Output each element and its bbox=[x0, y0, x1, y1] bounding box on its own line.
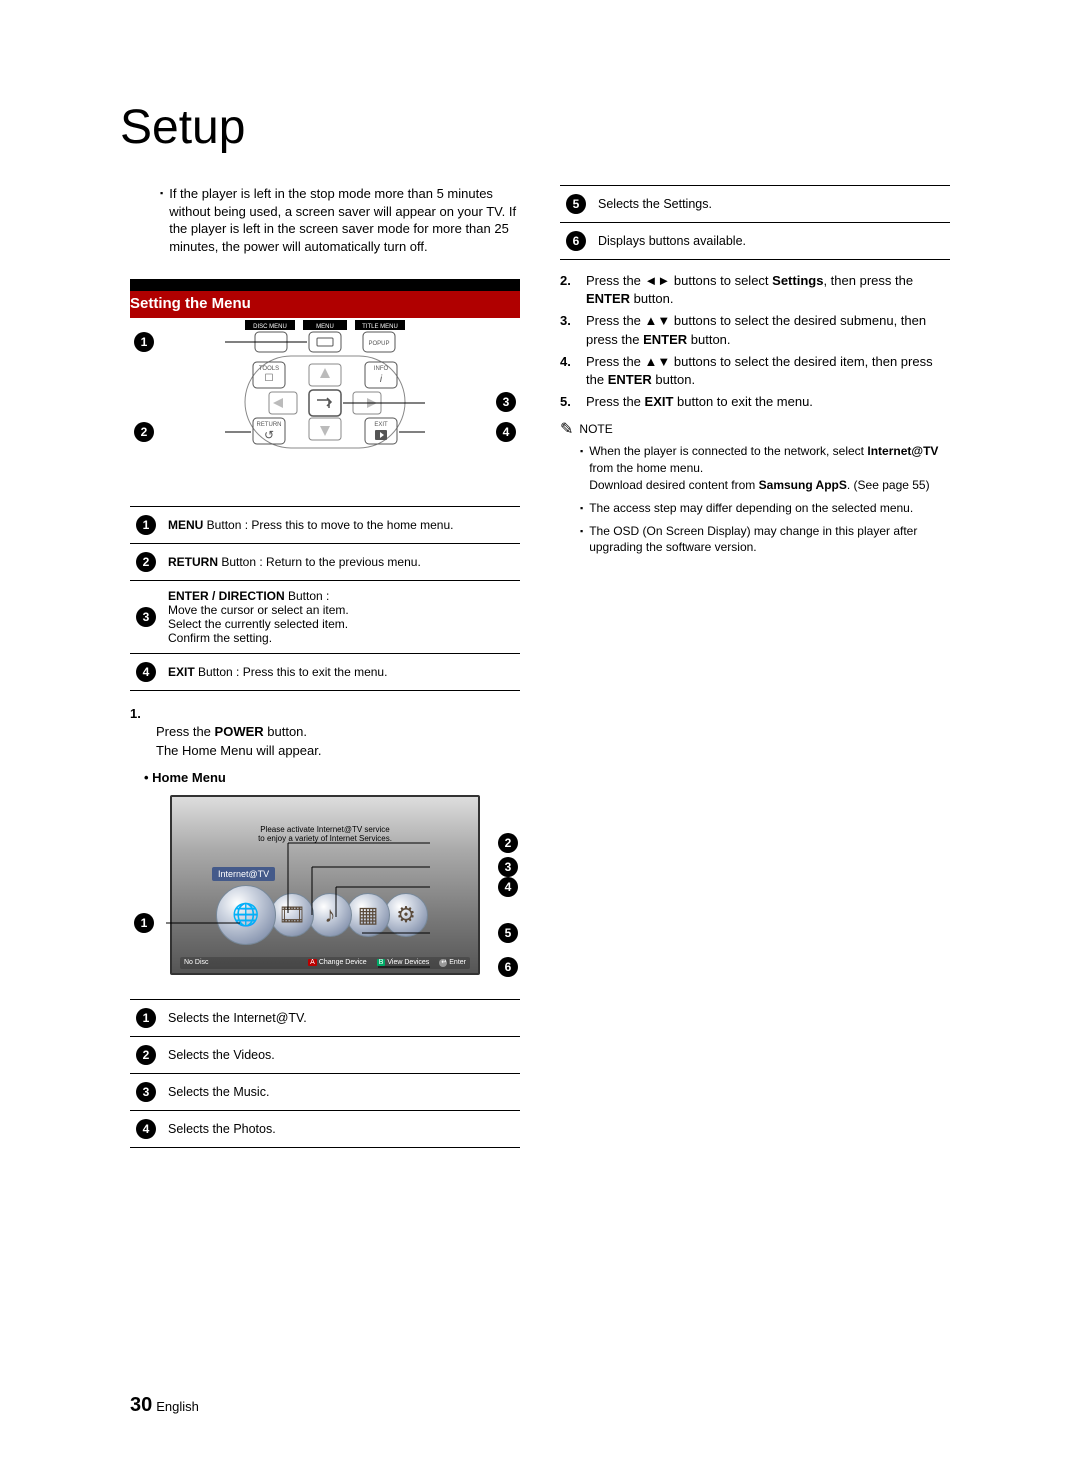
home-menu-diagram: Please activate Internet@TV service to e… bbox=[130, 795, 520, 975]
svg-text:POPUP: POPUP bbox=[368, 341, 389, 347]
disc-settings-icon: ⚙ bbox=[384, 893, 428, 937]
svg-text:INFO: INFO bbox=[374, 366, 389, 372]
home-menu-label: • Home Menu bbox=[144, 770, 520, 785]
callout-1: 1 bbox=[134, 332, 154, 352]
svg-text:MENU: MENU bbox=[316, 324, 334, 330]
steps-list: 2. Press the ◄► buttons to select Settin… bbox=[560, 272, 950, 411]
callout-4: 4 bbox=[496, 422, 516, 442]
note-heading: ✎ NOTE bbox=[560, 419, 950, 439]
callout-3: 3 bbox=[496, 392, 516, 412]
section-heading: Setting the Menu bbox=[130, 279, 520, 318]
top-note-text: If the player is left in the stop mode m… bbox=[169, 185, 520, 255]
hm-callout-5: 5 bbox=[498, 923, 518, 943]
right-column: 5Selects the Settings. 6Displays buttons… bbox=[560, 185, 950, 1148]
bullet-icon: ▪ bbox=[160, 185, 163, 255]
disc-music-icon: ♪ bbox=[308, 893, 352, 937]
svg-text:TOOLS: TOOLS bbox=[259, 366, 279, 372]
hm-callout-6: 6 bbox=[498, 957, 518, 977]
page-title: Setup bbox=[120, 100, 950, 155]
callout-2: 2 bbox=[134, 422, 154, 442]
svg-text:EXIT: EXIT bbox=[374, 422, 388, 428]
note-list: ▪ When the player is connected to the ne… bbox=[580, 443, 950, 556]
hm-callout-4: 4 bbox=[498, 877, 518, 897]
remote-legend-table: 1 MENU Button : Press this to move to th… bbox=[130, 506, 520, 691]
disc-internet-icon: 🌐 bbox=[216, 885, 276, 945]
top-note: ▪ If the player is left in the stop mode… bbox=[160, 185, 520, 255]
home-legend-table-right: 5Selects the Settings. 6Displays buttons… bbox=[560, 185, 950, 260]
hm-callout-1: 1 bbox=[134, 913, 154, 933]
home-legend-table: 1Selects the Internet@TV. 2Selects the V… bbox=[130, 999, 520, 1148]
svg-text:DISC MENU: DISC MENU bbox=[253, 324, 287, 330]
svg-text:TITLE MENU: TITLE MENU bbox=[362, 324, 398, 330]
disc-photo-icon: ▦ bbox=[346, 893, 390, 937]
hm-callout-3: 3 bbox=[498, 857, 518, 877]
hm-callout-2: 2 bbox=[498, 833, 518, 853]
svg-text:i: i bbox=[380, 374, 383, 385]
pencil-icon: ✎ bbox=[560, 419, 573, 439]
svg-text:☐: ☐ bbox=[265, 373, 274, 384]
page-footer: 30English bbox=[130, 1394, 199, 1417]
step-1: 1. Press the POWER button. The Home Menu… bbox=[130, 705, 520, 760]
left-column: ▪ If the player is left in the stop mode… bbox=[130, 185, 520, 1148]
remote-diagram: DISC MENU MENU TITLE MENU POPUP TOOLS ☐ … bbox=[130, 318, 520, 478]
svg-text:↺: ↺ bbox=[264, 428, 274, 442]
disc-video-icon: 🎞 bbox=[270, 893, 314, 937]
